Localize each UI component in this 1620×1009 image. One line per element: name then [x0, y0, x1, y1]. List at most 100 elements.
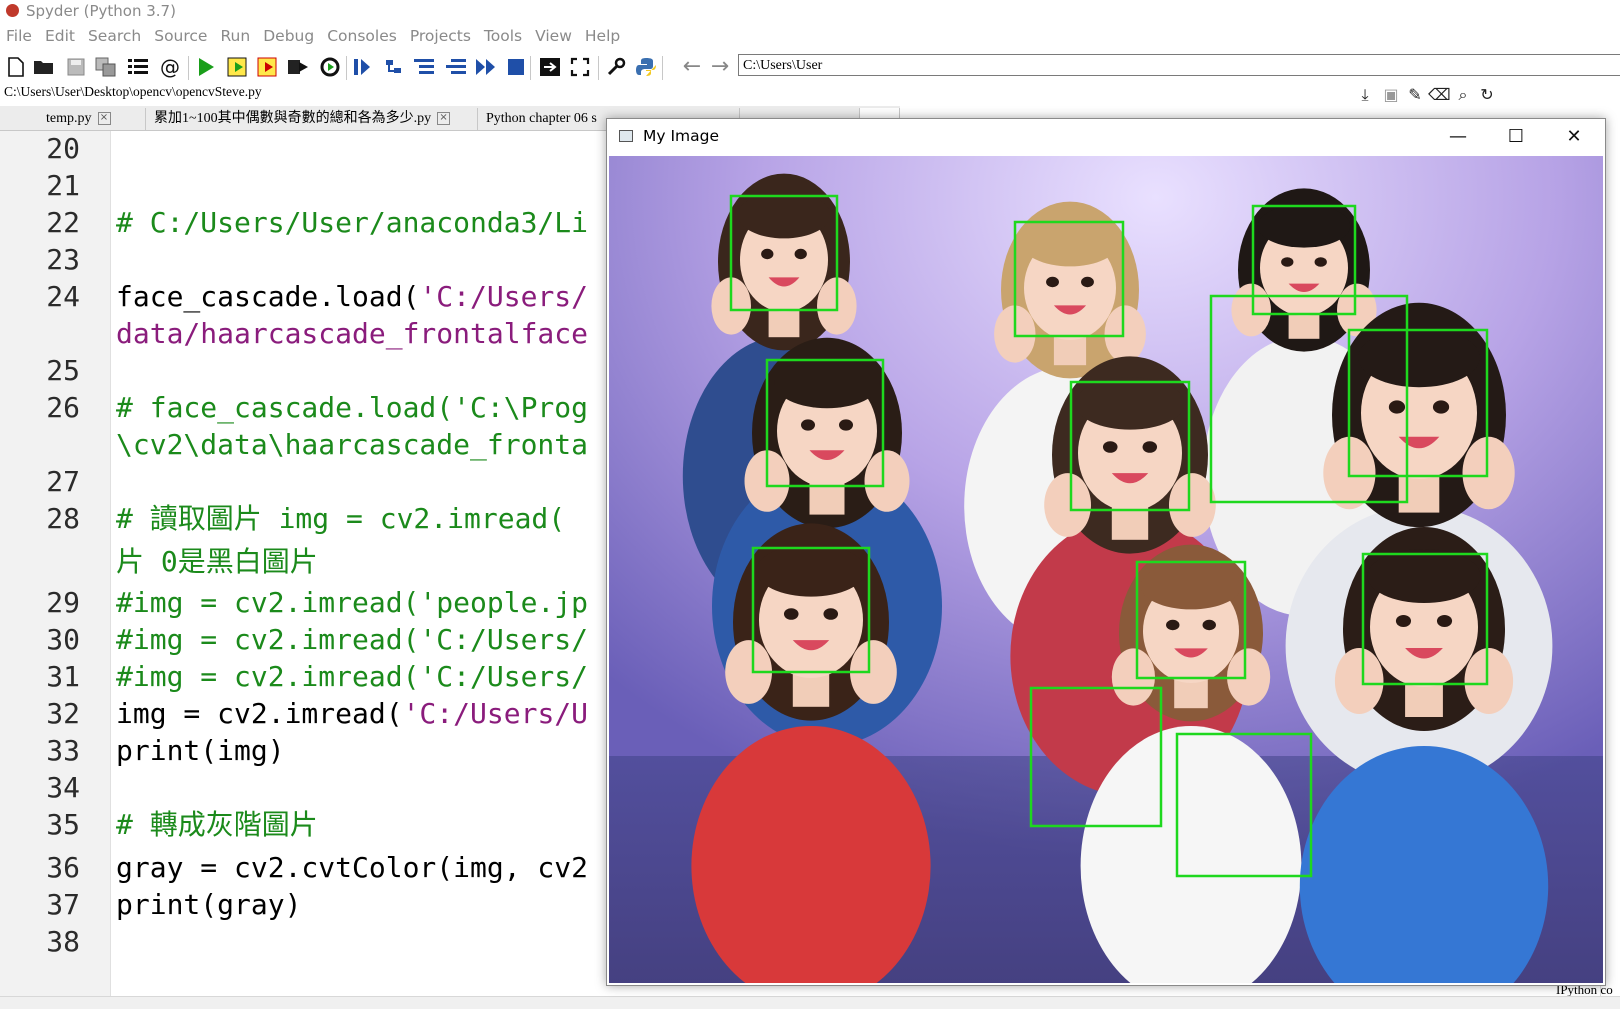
person-eye — [1281, 257, 1294, 267]
person-eye — [1046, 276, 1059, 288]
close-tab-icon[interactable]: × — [97, 112, 111, 126]
save-all-icon[interactable] — [94, 55, 118, 79]
menu-help[interactable]: Help — [579, 24, 627, 50]
code-string: 'C:/Users/ — [419, 280, 589, 313]
run-file-icon[interactable] — [194, 55, 218, 79]
code-line: print(gray) — [116, 887, 301, 923]
open-file-icon[interactable] — [32, 55, 56, 79]
line-number: 38 — [46, 925, 80, 958]
person-eye — [783, 608, 799, 620]
run-cell-advance-icon[interactable] — [256, 55, 280, 79]
file-list-icon[interactable] — [126, 55, 150, 79]
maximize-button[interactable]: ☐ — [1487, 119, 1545, 153]
close-button[interactable]: ✕ — [1545, 119, 1603, 153]
step-into-icon[interactable] — [412, 55, 436, 79]
save-icon[interactable] — [64, 55, 88, 79]
person-eye — [1388, 400, 1406, 414]
refresh-icon[interactable]: ↻ — [1476, 84, 1498, 106]
tab-label: 累加1~100其中偶數與奇數的總和各為多少.py — [154, 111, 432, 126]
forward-arrow-icon[interactable]: → — [708, 55, 732, 79]
spyder-logo-icon — [6, 4, 19, 17]
person-bangs — [737, 191, 831, 239]
app-titlebar: Spyder (Python 3.7) — [0, 0, 1620, 22]
person-hand — [1231, 283, 1271, 337]
code-line: # 轉成灰階圖片 — [116, 807, 318, 843]
code-line: img = cv2.imread('C:/Users/U — [116, 696, 588, 732]
toolbar-separator — [188, 56, 189, 80]
code-line: # 讀取圖片 img = cv2.imread( — [116, 501, 565, 537]
person-bangs — [774, 357, 880, 409]
menu-tools[interactable]: Tools — [478, 24, 529, 50]
save-data-icon[interactable]: ▣ — [1380, 84, 1402, 106]
code-text: print(img) — [116, 734, 285, 767]
minimize-button[interactable]: — — [1429, 119, 1487, 153]
save-data-as-icon[interactable]: ✎ — [1404, 84, 1426, 106]
import-data-icon[interactable]: ⤓ — [1354, 84, 1376, 106]
tab-label: Python chapter 06 s — [486, 111, 597, 126]
menu-file[interactable]: File — [0, 24, 39, 50]
person-eye — [761, 248, 774, 260]
person-eye — [1166, 619, 1180, 631]
code-line: gray = cv2.cvtColor(img, cv2 — [116, 850, 588, 886]
code-text: data/haarcascade_frontalface — [116, 317, 589, 350]
continue-icon[interactable] — [474, 55, 498, 79]
person-bangs — [1075, 377, 1185, 430]
menu-consoles[interactable]: Consoles — [321, 24, 404, 50]
code-line: print(img) — [116, 733, 285, 769]
working-directory-input[interactable]: C:\Users\User — [738, 54, 1620, 76]
line-number: 33 — [46, 734, 80, 767]
step-return-icon[interactable] — [444, 55, 468, 79]
fullscreen-icon[interactable] — [568, 55, 592, 79]
menu-debug[interactable]: Debug — [257, 24, 321, 50]
at-symbol-icon[interactable]: @ — [158, 55, 182, 79]
eraser-icon[interactable]: ⌫ — [1428, 84, 1451, 106]
person-eye — [801, 419, 815, 431]
tab-temp-py[interactable]: temp.py × — [38, 108, 146, 130]
line-number: 25 — [46, 354, 80, 387]
menu-edit[interactable]: Edit — [39, 24, 82, 50]
run-selection-icon[interactable] — [286, 55, 310, 79]
code-text: 片 0是黑白圖片 — [116, 545, 318, 578]
line-number: 27 — [46, 465, 80, 498]
run-cell-icon[interactable] — [226, 55, 250, 79]
search-icon[interactable]: ⌕ — [1452, 84, 1474, 106]
line-number: 30 — [46, 623, 80, 656]
toolbar-separator — [662, 56, 663, 80]
menu-view[interactable]: View — [529, 24, 579, 50]
person-bangs — [756, 544, 866, 597]
code-text: \cv2\data\haarcascade_fronta — [116, 428, 589, 461]
person-hand — [1169, 473, 1216, 537]
person-bangs — [1367, 549, 1481, 603]
new-file-icon[interactable] — [4, 55, 28, 79]
back-arrow-icon[interactable]: ← — [680, 55, 704, 79]
tab-sum-odd-even[interactable]: 累加1~100其中偶數與奇數的總和各為多少.py × — [146, 108, 478, 130]
image-window-titlebar[interactable]: My Image — ☐ ✕ — [607, 119, 1605, 155]
maximize-pane-icon[interactable] — [538, 55, 562, 79]
menu-run[interactable]: Run — [214, 24, 257, 50]
line-number: 23 — [46, 243, 80, 276]
app-title: Spyder (Python 3.7) — [26, 2, 176, 20]
person-eye — [1395, 615, 1412, 627]
rerun-icon[interactable] — [318, 55, 342, 79]
code-text: img = cv2.imread( — [116, 697, 403, 730]
close-tab-icon[interactable]: × — [437, 112, 451, 126]
debug-icon[interactable] — [350, 55, 374, 79]
person-eye — [839, 419, 853, 431]
code-editor[interactable]: 20 21 22 23 24 25 26 27 28 29 30 31 32 33 34 35 36 37 38 #… — [0, 131, 610, 1008]
menu-source[interactable]: Source — [148, 24, 214, 50]
toolbar-separator — [530, 56, 531, 80]
stop-debug-icon[interactable] — [504, 55, 528, 79]
code-text: face_cascade.load( — [116, 280, 420, 313]
step-icon[interactable] — [382, 55, 406, 79]
menu-projects[interactable]: Projects — [404, 24, 478, 50]
menu-search[interactable]: Search — [82, 24, 148, 50]
python-path-icon[interactable] — [634, 55, 658, 79]
preferences-wrench-icon[interactable] — [604, 55, 628, 79]
person-hand — [1044, 473, 1091, 537]
line-number: 22 — [46, 206, 80, 239]
line-number: 28 — [46, 502, 80, 535]
line-number: 26 — [46, 391, 80, 424]
code-text: #img = cv2.imread('people.jp — [116, 586, 589, 619]
code-line: face_cascade.load('C:/Users/ — [116, 279, 588, 315]
line-number: 36 — [46, 851, 80, 884]
